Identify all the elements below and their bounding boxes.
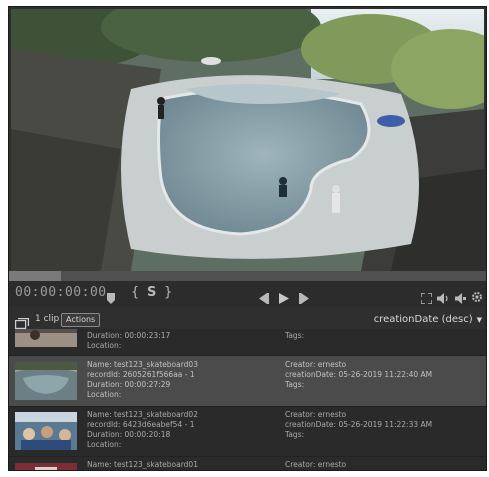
clip-meta-right: Creator: ernesto creationDate: 05-26-201… xyxy=(285,360,432,390)
step-back-icon[interactable] xyxy=(257,289,269,308)
clip-duration: Duration: 00:00:27:29 xyxy=(87,380,171,389)
list-item[interactable]: Name: test123_skateboard02 recordId: 642… xyxy=(9,406,486,457)
list-item[interactable]: Name: test123_skateboard01 Creator: erne… xyxy=(9,456,486,470)
gear-icon[interactable] xyxy=(471,288,483,307)
step-forward-icon[interactable] xyxy=(299,289,311,308)
clip-name: Name: test123_skateboard02 xyxy=(87,410,198,419)
volume-icon[interactable] xyxy=(437,289,449,308)
clip-meta-right: Creator: ernesto creationDate: 05-26-201… xyxy=(285,410,432,440)
video-player-app: 00:00:00:00 { S } 1 clip Actions creatio… xyxy=(8,6,487,471)
fullscreen-icon[interactable] xyxy=(420,289,433,308)
clip-location: Location: xyxy=(87,341,122,350)
clip-location: Location: xyxy=(87,440,122,449)
clip-tags: Tags: xyxy=(285,380,305,389)
clip-duration: Duration: 00:00:20:18 xyxy=(87,430,171,439)
clip-thumbnail xyxy=(15,412,77,450)
list-item[interactable]: Duration: 00:00:23:17 Location: Tags: xyxy=(9,329,486,356)
marker-icon[interactable] xyxy=(107,289,115,308)
scrub-progress xyxy=(9,271,62,281)
play-icon[interactable] xyxy=(279,289,289,308)
clip-tags: Tags: xyxy=(285,331,305,340)
clip-name: Name: test123_skateboard01 xyxy=(87,460,198,469)
clip-record-id: recordId: 2605261f566aa - 1 xyxy=(87,370,195,379)
clip-creator: Creator: ernesto xyxy=(285,410,347,419)
actions-button[interactable]: Actions xyxy=(61,313,101,327)
scrub-bar[interactable] xyxy=(9,271,486,281)
subclip-icon[interactable]: S xyxy=(147,285,156,300)
list-item[interactable]: Name: test123_skateboard03 recordId: 260… xyxy=(9,356,486,407)
clip-meta-left: Name: test123_skateboard03 recordId: 260… xyxy=(87,360,198,400)
clip-meta-left: Duration: 00:00:23:17 Location: xyxy=(87,331,170,351)
transport-controls: 00:00:00:00 { S } xyxy=(9,281,486,307)
timecode-display: 00:00:00:00 xyxy=(15,285,107,300)
chevron-down-icon: ▼ xyxy=(476,316,482,324)
video-image xyxy=(11,9,484,271)
audio-icon[interactable] xyxy=(455,289,466,308)
clip-record-id: recordId: 6423d6eabef54 - 1 xyxy=(87,420,195,429)
clip-list: Duration: 00:00:23:17 Location: Tags: Na… xyxy=(9,329,486,470)
clip-count: 1 clip xyxy=(35,314,60,324)
mark-in-icon[interactable]: { xyxy=(131,285,139,300)
clip-creator: Creator: ernesto xyxy=(285,360,347,369)
clip-creation-date: creationDate: 05-26-2019 11:22:33 AM xyxy=(285,420,433,429)
clip-thumbnail xyxy=(15,329,77,347)
clip-duration: Duration: 00:00:23:17 xyxy=(87,331,171,340)
clip-thumbnail xyxy=(15,462,77,470)
video-frame[interactable] xyxy=(11,9,484,271)
mark-out-icon[interactable]: } xyxy=(164,285,172,300)
sort-select-label: creationDate (desc) xyxy=(373,314,473,325)
clip-meta-left: Name: test123_skateboard01 xyxy=(87,460,198,470)
clip-meta-right: Tags: xyxy=(285,331,304,341)
clip-name: Name: test123_skateboard03 xyxy=(87,360,198,369)
clip-meta-left: Name: test123_skateboard02 recordId: 642… xyxy=(87,410,198,450)
clip-toolbar: 1 clip Actions creationDate (desc) ▼ xyxy=(9,311,486,330)
clip-location: Location: xyxy=(87,390,122,399)
clip-creator: Creator: ernesto xyxy=(285,460,347,469)
clip-meta-right: Creator: ernesto xyxy=(285,460,346,470)
sort-select[interactable]: creationDate (desc) ▼ xyxy=(374,314,482,325)
clip-tags: Tags: xyxy=(285,430,305,439)
clip-thumbnail xyxy=(15,362,77,400)
clip-creation-date: creationDate: 05-26-2019 11:22:40 AM xyxy=(285,370,433,379)
